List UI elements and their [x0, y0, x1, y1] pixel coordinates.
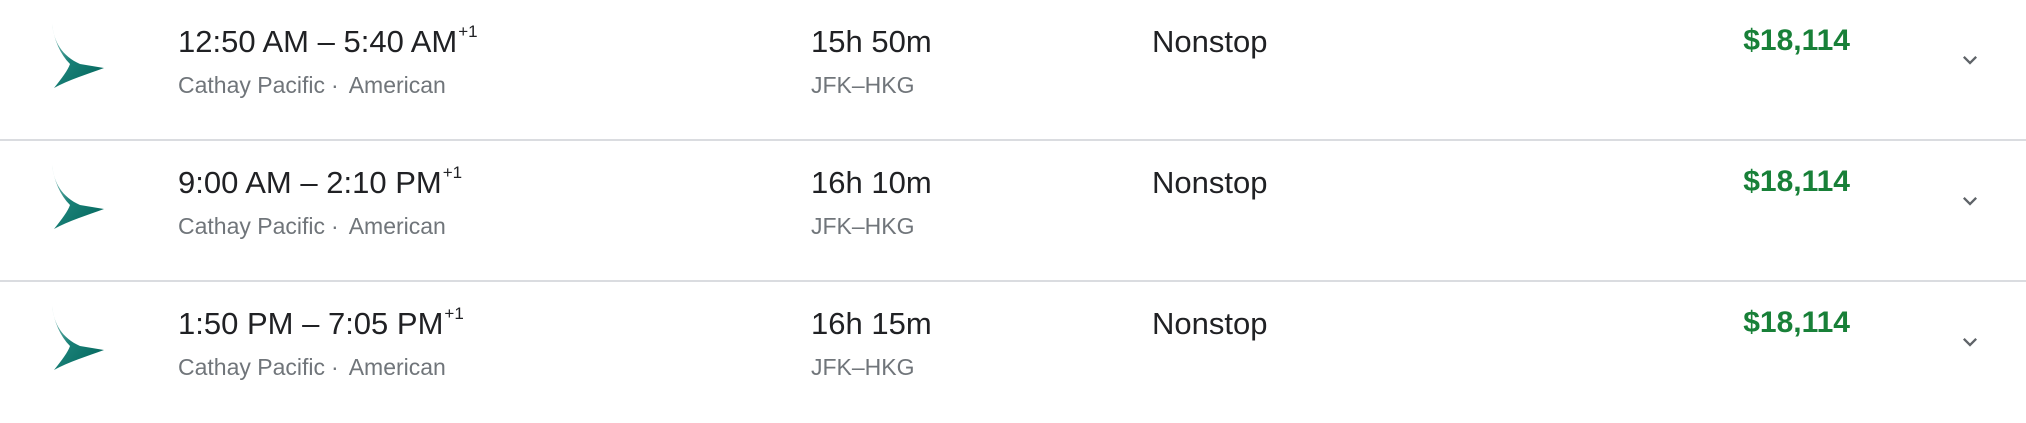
flight-route: JFK–HKG [811, 213, 915, 239]
flight-price: $18,114 [1743, 165, 1850, 198]
airline-secondary: American [348, 72, 446, 98]
flight-result-row[interactable]: 1:50 PM – 7:05 PM+1 Cathay Pacific · Ameri… [0, 282, 2026, 423]
day-offset: +1 [442, 162, 463, 182]
departure-time: 12:50 AM [178, 24, 309, 59]
flight-duration: 16h 15m [811, 306, 932, 341]
flight-stops: Nonstop [1152, 24, 1268, 59]
airline-separator: · [331, 72, 339, 98]
flight-times: 12:50 AM – 5:40 AM+1 [178, 21, 478, 60]
day-offset: +1 [444, 303, 464, 323]
day-offset: +1 [458, 21, 478, 41]
flight-result-row[interactable]: 9:00 AM – 2:10 PM+1 Cathay Pacific · Ameri… [0, 141, 2026, 282]
flight-price: $18,114 [1743, 24, 1850, 57]
arrival-time: 2:10 PM [326, 165, 442, 200]
airline-separator: · [331, 354, 339, 380]
flight-result-row[interactable]: 12:50 AM – 5:40 AM+1 Cathay Pacific · Amer… [0, 0, 2026, 141]
airline-secondary: American [348, 354, 446, 380]
airline-names: Cathay Pacific · American [178, 72, 446, 99]
time-separator: – [302, 306, 320, 341]
airline-separator: · [331, 213, 339, 239]
cathay-pacific-logo-icon [48, 163, 108, 233]
airline-names: Cathay Pacific · American [178, 354, 446, 381]
departure-time: 1:50 PM [178, 306, 294, 341]
time-separator: – [300, 165, 318, 200]
airline-names: Cathay Pacific · American [178, 213, 446, 240]
arrival-time: 7:05 PM [327, 306, 444, 341]
flight-route: JFK–HKG [811, 354, 915, 380]
arrival-time: 5:40 AM [343, 24, 458, 59]
airline-primary: Cathay Pacific [178, 72, 326, 98]
chevron-down-icon[interactable] [1950, 40, 1990, 80]
flight-price: $18,114 [1743, 306, 1850, 339]
cathay-pacific-logo-icon [48, 22, 108, 92]
flight-results-list: 12:50 AM – 5:40 AM+1 Cathay Pacific · Amer… [0, 0, 2026, 404]
airline-secondary: American [348, 213, 446, 239]
chevron-down-icon[interactable] [1950, 181, 1990, 221]
cathay-pacific-logo-icon [48, 304, 108, 374]
airline-primary: Cathay Pacific [178, 213, 326, 239]
flight-stops: Nonstop [1152, 306, 1268, 341]
flight-times: 9:00 AM – 2:10 PM+1 [178, 162, 463, 201]
time-separator: – [317, 24, 335, 59]
flight-stops: Nonstop [1152, 165, 1268, 200]
flight-times: 1:50 PM – 7:05 PM+1 [178, 303, 464, 342]
airline-primary: Cathay Pacific [178, 354, 326, 380]
departure-time: 9:00 AM [178, 165, 292, 200]
flight-duration: 16h 10m [811, 165, 932, 200]
chevron-down-icon[interactable] [1950, 322, 1990, 362]
flight-duration: 15h 50m [811, 24, 932, 59]
flight-route: JFK–HKG [811, 72, 915, 98]
